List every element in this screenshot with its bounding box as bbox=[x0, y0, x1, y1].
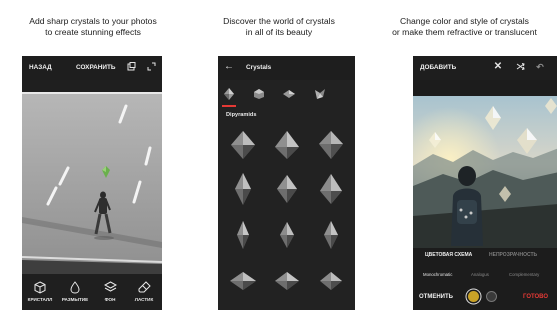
option-analogus[interactable]: Analogus bbox=[471, 272, 489, 277]
crystal-item[interactable] bbox=[220, 122, 266, 168]
swatch-dark[interactable] bbox=[486, 291, 497, 302]
cube-icon bbox=[24, 279, 56, 295]
shuffle-icon[interactable] bbox=[515, 62, 525, 72]
fullscreen-icon[interactable] bbox=[146, 62, 156, 72]
panel-crystal-style: Change color and style of crystals or ma… bbox=[372, 0, 557, 310]
panel-add-crystals: Add sharp crystals to your photos to cre… bbox=[0, 0, 186, 310]
layers-icon bbox=[94, 279, 126, 295]
tool-crystal[interactable]: КРИСТАЛЛ bbox=[24, 279, 56, 302]
tab-opacity[interactable]: НЕПРОЗРАЧНОСТЬ bbox=[489, 252, 537, 258]
crystal-item[interactable] bbox=[308, 212, 354, 258]
compare-icon[interactable] bbox=[126, 62, 136, 72]
phone-screen: ← Crystals Dipyramids bbox=[218, 56, 355, 310]
tool-eraser[interactable]: ЛАСТИК bbox=[128, 279, 160, 302]
caption-line: or make them refractive or translucent bbox=[392, 27, 537, 37]
panel-caption: Add sharp crystals to your photos to cre… bbox=[0, 16, 186, 38]
top-toolbar: ДОБАВИТЬ ✕ ↶ bbox=[413, 56, 557, 80]
add-button[interactable]: ДОБАВИТЬ bbox=[420, 64, 456, 71]
caption-line: Change color and style of crystals bbox=[400, 16, 529, 26]
crystal-item[interactable] bbox=[220, 258, 266, 304]
tool-background[interactable]: ФОН bbox=[94, 279, 126, 302]
street-photo[interactable] bbox=[22, 92, 162, 274]
tab-cluster[interactable] bbox=[310, 86, 328, 102]
crystal-type-tabs bbox=[218, 82, 355, 106]
tab-prism[interactable] bbox=[250, 86, 268, 102]
option-monochromatic[interactable]: Monochromatic bbox=[423, 272, 452, 277]
eraser-icon bbox=[128, 279, 160, 295]
cancel-button[interactable]: ОТМЕНИТЬ bbox=[419, 294, 453, 300]
caption-line: to create stunning effects bbox=[45, 27, 141, 37]
undo-icon[interactable]: ↶ bbox=[535, 62, 545, 72]
panel-caption: Discover the world of crystals in all of… bbox=[186, 16, 372, 38]
top-toolbar: ← Crystals bbox=[218, 56, 355, 80]
panel-crystal-library: Discover the world of crystals in all of… bbox=[186, 0, 372, 310]
close-icon[interactable]: ✕ bbox=[493, 62, 503, 72]
bottom-tools: КРИСТАЛЛ РАЗМЫТИЕ ФОН ЛАСТИК bbox=[22, 279, 162, 309]
back-arrow-icon[interactable]: ← bbox=[224, 62, 234, 72]
category-label: Dipyramids bbox=[226, 112, 257, 118]
tool-label: РАЗМЫТИЕ bbox=[61, 297, 89, 302]
style-tabs: ЦВЕТОВАЯ СХЕМА НЕПРОЗРАЧНОСТЬ bbox=[413, 248, 557, 262]
tab-octahedron[interactable] bbox=[280, 86, 298, 102]
tool-blur[interactable]: РАЗМЫТИЕ bbox=[59, 279, 91, 302]
back-button[interactable]: НАЗАД bbox=[29, 64, 52, 71]
crystal-item[interactable] bbox=[308, 166, 354, 212]
crystal-item[interactable] bbox=[308, 258, 354, 304]
crystal-grid bbox=[218, 122, 355, 310]
top-toolbar: НАЗАД СОХРАНИТЬ bbox=[22, 56, 162, 80]
tab-color-scheme[interactable]: ЦВЕТОВАЯ СХЕМА bbox=[425, 252, 472, 258]
caption-line: Add sharp crystals to your photos bbox=[29, 16, 157, 26]
caption-line: in all of its beauty bbox=[245, 27, 313, 37]
panel-caption: Change color and style of crystals or ma… bbox=[366, 16, 557, 38]
bottom-actions: ОТМЕНИТЬ ГОТОВО bbox=[413, 289, 557, 307]
crystal-item[interactable] bbox=[264, 212, 310, 258]
caption-line: Discover the world of crystals bbox=[223, 16, 335, 26]
crystal-item[interactable] bbox=[264, 122, 310, 168]
save-button[interactable]: СОХРАНИТЬ bbox=[76, 64, 115, 71]
option-complementary[interactable]: Complementary bbox=[509, 272, 539, 277]
swatch-gold[interactable] bbox=[468, 291, 479, 302]
active-tab-indicator bbox=[222, 105, 236, 107]
crystal-item[interactable] bbox=[220, 212, 266, 258]
phone-screen: ДОБАВИТЬ ✕ ↶ ЦВЕТОВАЯ СХЕМА НЕПРОЗРАЧНОС… bbox=[413, 56, 557, 310]
phone-screen: НАЗАД СОХРАНИТЬ КРИСТАЛЛ РАЗМЫТИЕ ФОН ЛА… bbox=[22, 56, 162, 310]
library-title: Crystals bbox=[246, 64, 272, 71]
tool-label: ФОН bbox=[104, 297, 116, 302]
drop-icon bbox=[59, 279, 91, 295]
color-scheme-options: Monochromatic Analogus Complementary bbox=[413, 270, 557, 280]
crystal-item[interactable] bbox=[264, 166, 310, 212]
crystal-item[interactable] bbox=[264, 258, 310, 304]
crystal-item[interactable] bbox=[220, 166, 266, 212]
crystal-item[interactable] bbox=[308, 122, 354, 168]
tab-dipyramid[interactable] bbox=[220, 86, 238, 102]
done-button[interactable]: ГОТОВО bbox=[523, 294, 548, 300]
tool-label: ЛАСТИК bbox=[134, 297, 154, 302]
tool-label: КРИСТАЛЛ bbox=[27, 297, 53, 302]
